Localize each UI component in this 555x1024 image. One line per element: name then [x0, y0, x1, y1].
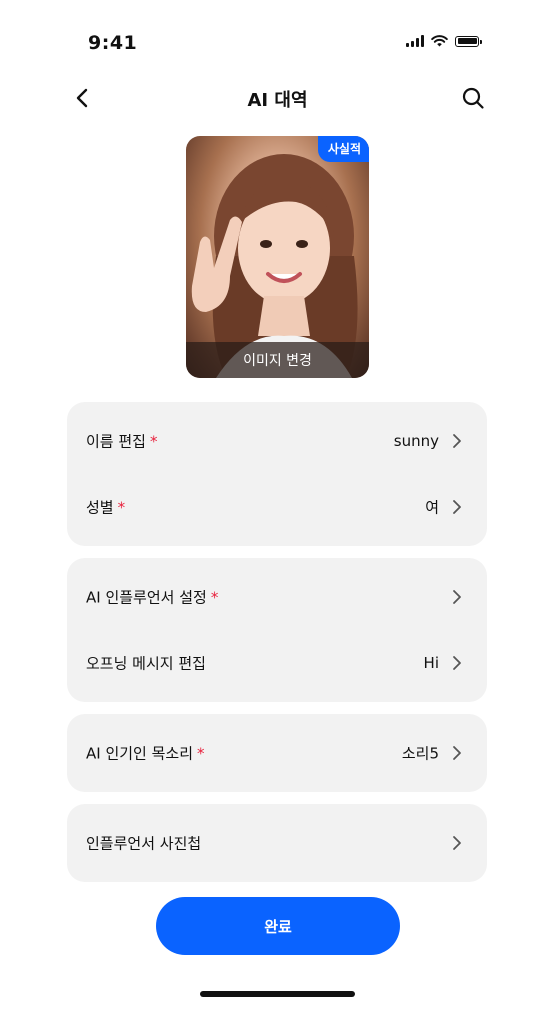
- done-button[interactable]: 완료: [156, 897, 400, 955]
- photo-album-label: 인플루언서 사진첩: [86, 833, 205, 854]
- signal-icon: [406, 35, 424, 47]
- opening-message-row[interactable]: 오프닝 메시지 편집 Hi: [67, 630, 487, 696]
- photo-album-row[interactable]: 인플루언서 사진첩: [67, 810, 487, 876]
- voice-label: AI 인기인 목소리 *: [86, 743, 205, 764]
- home-indicator: [200, 991, 355, 997]
- settings-group-influencer: AI 인플루언서 설정 * 오프닝 메시지 편집 Hi: [67, 558, 487, 702]
- battery-icon: [455, 35, 482, 47]
- photo-album-label-text: 인플루언서 사진첩: [86, 834, 202, 853]
- voice-row[interactable]: AI 인기인 목소리 * 소리5: [67, 720, 487, 786]
- edit-name-row[interactable]: 이름 편집 * sunny: [67, 408, 487, 474]
- chevron-right-icon: [453, 590, 461, 604]
- avatar-card[interactable]: 사실적 이미지 변경: [186, 136, 369, 378]
- gender-label-text: 성별: [86, 498, 114, 517]
- settings-group-voice: AI 인기인 목소리 * 소리5: [67, 714, 487, 792]
- change-image-label: 이미지 변경: [186, 342, 369, 378]
- avatar-style-badge: 사실적: [317, 136, 369, 162]
- status-bar: 9:41: [0, 0, 555, 80]
- chevron-right-icon: [453, 500, 461, 514]
- gender-value: 여: [425, 498, 439, 517]
- search-icon: [462, 87, 484, 109]
- chevron-right-icon: [453, 836, 461, 850]
- edit-name-label: 이름 편집 *: [86, 431, 157, 452]
- status-time: 9:41: [88, 32, 138, 54]
- gender-row[interactable]: 성별 * 여: [67, 474, 487, 540]
- influencer-settings-label: AI 인플루언서 설정 *: [86, 587, 218, 608]
- required-mark: *: [149, 432, 158, 451]
- voice-value: 소리5: [401, 744, 439, 763]
- status-icons: [406, 35, 482, 47]
- name-value: sunny: [393, 432, 439, 450]
- required-mark: *: [210, 588, 219, 607]
- edit-name-label-text: 이름 편집: [86, 432, 146, 451]
- influencer-settings-row[interactable]: AI 인플루언서 설정 *: [67, 564, 487, 630]
- settings-group-album: 인플루언서 사진첩: [67, 804, 487, 882]
- search-button[interactable]: [458, 83, 488, 113]
- wifi-icon: [431, 35, 448, 47]
- opening-message-value: Hi: [423, 654, 439, 672]
- chevron-right-icon: [453, 656, 461, 670]
- chevron-right-icon: [453, 434, 461, 448]
- voice-label-text: AI 인기인 목소리: [86, 744, 194, 763]
- opening-message-label-text: 오프닝 메시지 편집: [86, 654, 206, 673]
- app-header: AI 대역: [0, 76, 555, 120]
- required-mark: *: [197, 744, 205, 763]
- opening-message-label: 오프닝 메시지 편집: [86, 653, 210, 674]
- required-mark: *: [117, 498, 126, 517]
- settings-group-profile: 이름 편집 * sunny 성별 * 여: [67, 402, 487, 546]
- chevron-right-icon: [453, 746, 461, 760]
- gender-label: 성별 *: [86, 497, 125, 518]
- influencer-settings-label-text: AI 인플루언서 설정: [86, 588, 207, 607]
